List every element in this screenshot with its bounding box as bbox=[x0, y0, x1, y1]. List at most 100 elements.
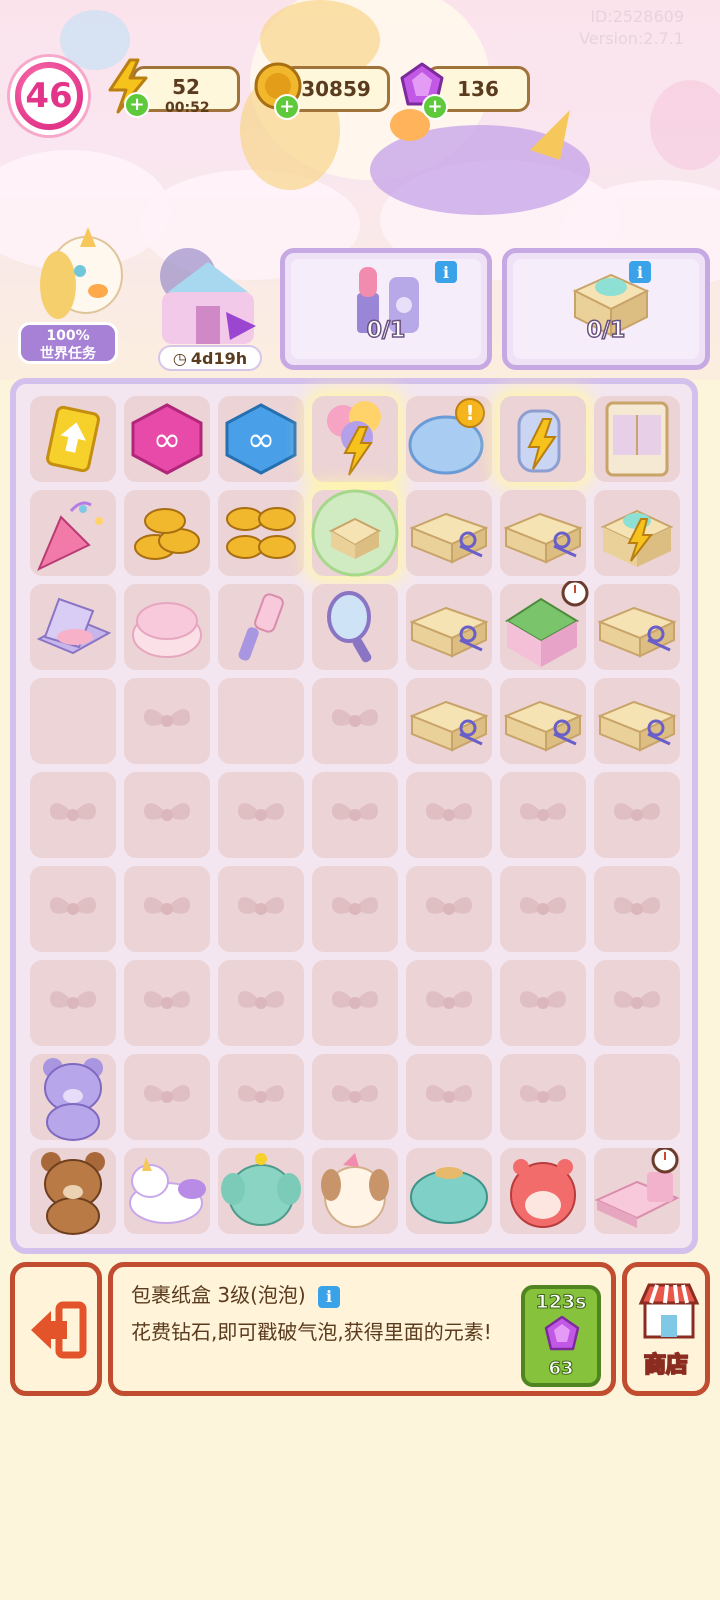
board-cell-locked bbox=[406, 1054, 492, 1140]
purple-bear-icon bbox=[31, 1052, 115, 1142]
board-cell-fishbowl-alert[interactable]: ! bbox=[406, 396, 492, 482]
board-cell-parcel-box[interactable] bbox=[500, 490, 586, 576]
board-cell-infinity-blue[interactable]: ∞ bbox=[218, 396, 304, 482]
coin-stack-large-icon bbox=[219, 491, 303, 575]
locked-icon bbox=[328, 703, 382, 739]
house-timer-icon bbox=[497, 581, 589, 673]
board-cell-locked bbox=[218, 1054, 304, 1140]
board-cell-powder-puff[interactable] bbox=[124, 584, 210, 670]
locked-icon bbox=[234, 797, 288, 833]
info-icon[interactable]: i bbox=[629, 261, 651, 283]
locked-icon bbox=[610, 891, 664, 927]
order-count: 0/1 bbox=[366, 317, 406, 344]
world-task-text: 世界任务 bbox=[40, 346, 96, 362]
board-cell-wardrobe[interactable] bbox=[594, 396, 680, 482]
compact-icon bbox=[31, 585, 115, 669]
locked-icon bbox=[516, 797, 570, 833]
player-id: ID:2528609 bbox=[590, 7, 684, 26]
giftbox-energy-icon bbox=[595, 491, 679, 575]
board-cell-lint-roller[interactable] bbox=[218, 584, 304, 670]
level-badge[interactable]: 46 bbox=[10, 57, 88, 135]
board-cell-parcel-box[interactable] bbox=[406, 584, 492, 670]
board-cell-balloons-energy[interactable] bbox=[312, 396, 398, 482]
board-cell-locked bbox=[124, 772, 210, 858]
hamster-plush-icon bbox=[501, 1149, 585, 1233]
exit-button[interactable] bbox=[10, 1262, 102, 1396]
board-cell-bed-timer[interactable] bbox=[594, 1148, 680, 1234]
parcel-box-icon bbox=[594, 592, 680, 662]
board-cell-seal-plush[interactable] bbox=[406, 1148, 492, 1234]
board-cell-jar-energy[interactable] bbox=[500, 396, 586, 482]
lint-roller-icon bbox=[219, 585, 303, 669]
board-cell-empty[interactable] bbox=[218, 678, 304, 764]
board-cell-hamster-plush[interactable] bbox=[500, 1148, 586, 1234]
board-cell-empty[interactable] bbox=[30, 678, 116, 764]
balloon-decoration bbox=[650, 80, 720, 170]
order-card-2[interactable]: i 0/1 bbox=[502, 248, 710, 370]
board-cell-puppy-plush[interactable] bbox=[312, 1148, 398, 1234]
infinity-pink-icon: ∞ bbox=[127, 401, 207, 477]
shop-button[interactable]: 商店 bbox=[622, 1262, 710, 1396]
parcel-box-icon bbox=[594, 686, 680, 756]
add-coins-button[interactable]: + bbox=[274, 94, 300, 120]
board-cell-infinity-pink[interactable]: ∞ bbox=[124, 396, 210, 482]
unicorn-avatar-icon bbox=[40, 227, 123, 319]
board-cell-locked bbox=[124, 866, 210, 952]
board-cell-parcel-box[interactable] bbox=[406, 678, 492, 764]
board-cell-locked bbox=[406, 960, 492, 1046]
board-cell-arrow-card[interactable] bbox=[30, 396, 116, 482]
board-cell-locked bbox=[312, 960, 398, 1046]
hand-mirror-icon bbox=[313, 585, 397, 669]
info-icon[interactable]: i bbox=[318, 1285, 341, 1308]
parcel-box-icon bbox=[406, 686, 492, 756]
board-cell-locked bbox=[218, 772, 304, 858]
board-cell-locked bbox=[218, 866, 304, 952]
info-icon[interactable]: i bbox=[435, 261, 457, 283]
board-cell-coin-stack-large[interactable] bbox=[218, 490, 304, 576]
board-cell-locked bbox=[124, 1054, 210, 1140]
pop-bubble-button[interactable]: 123s 63 bbox=[521, 1285, 601, 1387]
infinity-blue-icon: ∞ bbox=[221, 401, 301, 477]
board-cell-bubble-box[interactable] bbox=[309, 487, 401, 579]
order-card-1[interactable]: i 0/1 bbox=[280, 248, 492, 370]
seal-plush-icon bbox=[405, 1151, 493, 1231]
locked-icon bbox=[422, 891, 476, 927]
parcel-box-icon bbox=[406, 592, 492, 662]
carnival-event-icon[interactable] bbox=[148, 242, 266, 350]
board-cell-parcel-box[interactable] bbox=[594, 584, 680, 670]
bubble-box-icon bbox=[309, 487, 401, 579]
board-cell-giftbox-energy[interactable] bbox=[594, 490, 680, 576]
level-value: 46 bbox=[21, 68, 77, 124]
board-cell-house-timer[interactable] bbox=[497, 581, 589, 673]
board-cell-party-popper[interactable] bbox=[30, 490, 116, 576]
locked-icon bbox=[516, 891, 570, 927]
add-energy-button[interactable]: + bbox=[124, 92, 150, 118]
board-cell-compact[interactable] bbox=[30, 584, 116, 670]
board-cell-unicorn-plush[interactable] bbox=[124, 1148, 210, 1234]
bubble-cost: 63 bbox=[548, 1358, 574, 1380]
board-cell-brown-bear[interactable] bbox=[30, 1148, 116, 1235]
board-cell-parcel-box[interactable] bbox=[406, 490, 492, 576]
coins-value: 30859 bbox=[301, 77, 371, 101]
board-cell-elephant-plush[interactable] bbox=[218, 1148, 304, 1234]
locked-icon bbox=[234, 1079, 288, 1115]
item-info-panel: 包裹纸盒 3级(泡泡) i 花费钻石,即可戳破气泡,获得里面的元素! 123s … bbox=[108, 1262, 616, 1396]
board-cell-locked bbox=[500, 1054, 586, 1140]
event-timer: ◷ 4d19h bbox=[158, 345, 262, 371]
shop-icon bbox=[638, 1283, 700, 1339]
bottom-panel: 包裹纸盒 3级(泡泡) i 花费钻石,即可戳破气泡,获得里面的元素! 123s … bbox=[10, 1262, 710, 1400]
energy-value: 52 bbox=[172, 75, 200, 99]
add-gems-button[interactable]: + bbox=[422, 94, 448, 120]
board-cell-empty[interactable] bbox=[594, 1054, 680, 1140]
board-cell-hand-mirror[interactable] bbox=[312, 584, 398, 670]
parcel-box-icon bbox=[406, 498, 492, 568]
locked-icon bbox=[422, 797, 476, 833]
world-task-percent: 100% bbox=[46, 328, 90, 344]
board-cell-coin-stack-small[interactable] bbox=[124, 490, 210, 576]
board-cell-locked bbox=[500, 960, 586, 1046]
event-timer-value: 4d19h bbox=[190, 348, 248, 368]
board-cell-purple-bear[interactable] bbox=[30, 1052, 116, 1142]
board-cell-parcel-box[interactable] bbox=[594, 678, 680, 764]
board-cell-parcel-box[interactable] bbox=[500, 678, 586, 764]
locked-icon bbox=[140, 891, 194, 927]
